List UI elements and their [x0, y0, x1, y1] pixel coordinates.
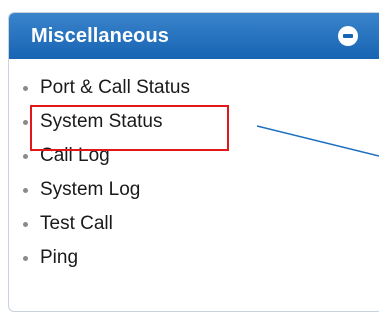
minus-bar — [343, 34, 353, 38]
menu-item-test-call[interactable]: Test Call — [9, 212, 190, 246]
menu-item-label: Test Call — [40, 213, 113, 234]
highlight-box — [30, 105, 229, 151]
panel-header[interactable]: Miscellaneous — [9, 13, 379, 59]
menu-item-label: Port & Call Status — [40, 77, 190, 98]
bullet-icon — [23, 256, 28, 261]
menu-item-label: Ping — [40, 247, 79, 268]
bullet-icon — [23, 154, 28, 159]
bullet-icon — [23, 188, 28, 193]
bullet-icon — [23, 120, 28, 125]
bullet-icon — [23, 222, 28, 227]
menu-item-system-log[interactable]: System Log — [9, 178, 190, 212]
bullet-icon — [23, 86, 28, 91]
menu-item-label: System Log — [40, 179, 141, 200]
miscellaneous-panel: Miscellaneous Port & Call Status System … — [8, 12, 379, 312]
minus-circle-icon[interactable] — [338, 26, 358, 46]
panel-title: Miscellaneous — [31, 25, 170, 47]
menu-item-ping[interactable]: Ping — [9, 246, 190, 280]
page: Miscellaneous Port & Call Status System … — [0, 0, 379, 314]
